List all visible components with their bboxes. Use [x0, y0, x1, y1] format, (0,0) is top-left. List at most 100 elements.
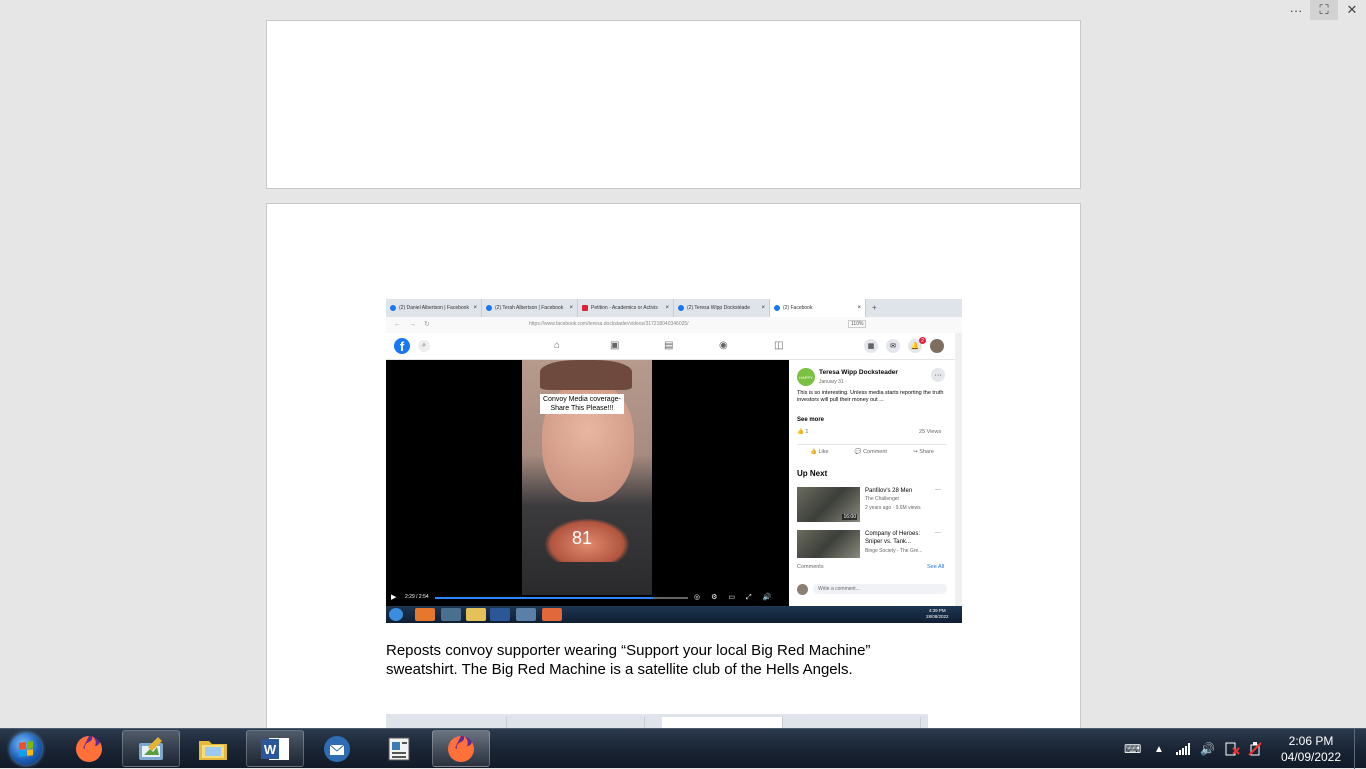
firefox-active-icon [542, 608, 562, 621]
fullscreen-button[interactable]: ⛶ [1310, 0, 1338, 20]
clock-date: 04/09/2022 [1280, 750, 1342, 764]
system-clock[interactable]: 2:06 PM 04/09/2022 [1272, 733, 1350, 765]
taskbar-file-explorer[interactable] [184, 730, 242, 767]
browser-tab [524, 717, 645, 728]
document-icon [388, 737, 410, 760]
comments-label: Comments [797, 564, 824, 570]
embedded-clock-time: 4:39 PM [928, 608, 946, 613]
keyboard-icon[interactable]: ⌨ [1124, 729, 1141, 769]
groups-icon: ◉ [719, 340, 728, 351]
like-button: 👍 Like [810, 449, 829, 455]
gaming-icon: ◫ [774, 340, 784, 351]
comment-button: 💬 Comment [854, 449, 887, 455]
windows-taskbar: W ⌨ ▲ 🔊 2:06 PM 04/09/2022 [0, 728, 1366, 769]
action-center-icon[interactable] [1224, 729, 1240, 769]
window-controls: ··· ⛶ ✕ [1282, 0, 1366, 20]
facebook-icon [486, 305, 492, 311]
browser-tab: (2) Daniel Albertson | Facebook × [386, 299, 482, 317]
firefox-icon [415, 608, 435, 621]
messenger-icon: ✉ [886, 339, 900, 353]
firefox-active-icon [448, 735, 474, 762]
post-text: This is so interesting. Unless media sta… [797, 390, 944, 403]
word-icon: W [261, 737, 289, 760]
video-player: Convoy Media coverage- Share This Please… [386, 360, 789, 606]
taskbar-word[interactable]: W [246, 730, 304, 767]
close-tab-icon: × [473, 305, 477, 311]
share-label: Share [919, 449, 934, 455]
play-icon: ▶ [391, 594, 397, 601]
network-signal-icon[interactable] [1176, 729, 1190, 769]
more-options-button[interactable]: ··· [1282, 0, 1310, 20]
more-icon: ··· [935, 530, 941, 536]
video-duration: 16:00 [842, 514, 857, 520]
navigation-icons: ←→↻ [394, 321, 438, 328]
taskbar-firefox-active[interactable] [432, 730, 490, 767]
menu-grid-icon: ▦ [864, 339, 878, 353]
tab-label: (2) Terah Albertson | Facebook [495, 305, 564, 311]
thunderbird-icon [516, 608, 536, 621]
taskbar-firefox[interactable] [60, 730, 118, 767]
comments-header: Comments See All [797, 564, 947, 570]
video-progress-bar [435, 597, 688, 599]
post-date: January 31 · [819, 379, 847, 385]
home-icon: ⌂ [554, 340, 561, 351]
tab-label: (2) Teresa Wipp Dockstéade [687, 305, 750, 311]
like-label: Like [818, 449, 829, 455]
start-button[interactable] [6, 732, 46, 766]
comment-label: Comment [863, 449, 887, 455]
thunderbird-icon [324, 735, 350, 762]
profile-avatar [930, 339, 944, 353]
url-text: https://www.facebook.com/teresa.dockstad… [529, 321, 689, 327]
post-sidebar: HAPPY Teresa Wipp Docksteader January 31… [789, 360, 955, 606]
browser-tab: (2) Teresa Wipp Dockstéade × [674, 299, 770, 317]
clock-time: 2:06 PM [1288, 734, 1334, 748]
tab-label: (2) Daniel Albertson | Facebook [399, 305, 469, 311]
firefox-icon [76, 735, 102, 762]
svg-text:W: W [264, 742, 277, 757]
facebook-icon [390, 305, 396, 311]
browser-tab-active [662, 717, 783, 728]
close-tab-icon: × [857, 305, 861, 311]
zoom-level: 110% [848, 320, 867, 328]
video-frame: Convoy Media coverage- Share This Please… [522, 360, 652, 595]
taskbar-paint[interactable] [122, 730, 180, 767]
tab-label: Petition - Academics or Activis [591, 305, 658, 311]
marketplace-icon: ▤ [664, 340, 674, 351]
taskbar-thunderbird[interactable] [308, 730, 366, 767]
video-thumbnail: 16:00 [797, 487, 860, 522]
document-page-1 [266, 20, 1081, 189]
new-tab-icon: + [872, 303, 877, 312]
view-count: 25 Views [919, 429, 942, 435]
taskbar-document-viewer[interactable] [370, 730, 428, 767]
video-controls: ▶ 2:29 / 2:54 ◎⚙▭⤢🔊 [386, 591, 789, 606]
facebook-icon [678, 305, 684, 311]
close-tab-icon: × [665, 305, 669, 311]
caption-line: Reposts convoy supporter wearing “Suppor… [386, 642, 871, 659]
embedded-clock: 4:39 PM 28/08/2022 [926, 608, 949, 620]
show-desktop-button[interactable] [1354, 729, 1366, 769]
browser-tab: (2) Terah Albertson | Facebook × [482, 299, 578, 317]
video-title: Panfilov's 28 Men [865, 488, 913, 494]
browser-tab: Petition - Academics or Activis × [578, 299, 674, 317]
close-button[interactable]: ✕ [1338, 0, 1366, 20]
more-icon: ··· [935, 487, 941, 493]
comment-box: Write a comment... [797, 582, 947, 596]
windows-logo-icon [10, 733, 42, 765]
video-channel: The Challenger [865, 496, 900, 502]
show-hidden-icons[interactable]: ▲ [1154, 729, 1164, 769]
browser-tab [800, 717, 921, 728]
embedded-screenshot-2 [386, 714, 928, 728]
see-more-link: See more [797, 417, 825, 423]
close-tab-icon: × [569, 305, 573, 311]
video-meta: 2 years ago · 9.6M views [865, 505, 921, 511]
shirt-number: 81 [572, 528, 593, 548]
word-icon [490, 608, 510, 621]
share-button: ↪ Share [913, 449, 934, 455]
browser-tab [386, 717, 507, 728]
power-icon[interactable] [1248, 729, 1262, 769]
page-scrollbar [955, 333, 962, 606]
volume-icon[interactable]: 🔊 [1200, 729, 1215, 769]
up-next-item: 16:00 Panfilov's 28 Men The Challenger 2… [797, 487, 947, 523]
watch-icon: ▣ [610, 340, 620, 351]
notification-badge: 2 [919, 337, 926, 344]
